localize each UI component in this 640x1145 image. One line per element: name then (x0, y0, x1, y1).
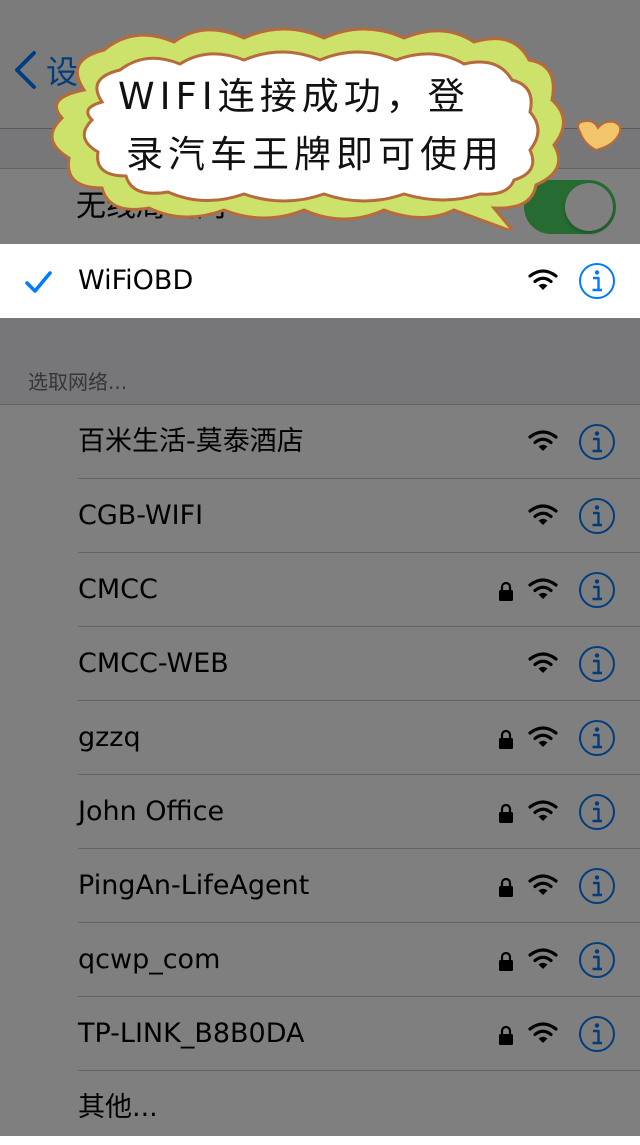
network-row[interactable]: John Office (0, 775, 640, 849)
connected-network-row[interactable]: WiFiOBD (0, 244, 640, 318)
wifi-signal-icon (528, 1022, 558, 1043)
wifi-signal-icon (528, 800, 558, 821)
connected-network-name: WiFiOBD (78, 265, 194, 296)
lock-icon (499, 877, 513, 897)
network-row[interactable]: CGB-WIFI (0, 479, 640, 553)
network-name: CGB-WIFI (78, 500, 204, 531)
heart-icon (577, 119, 622, 152)
wifi-signal-icon (528, 504, 558, 525)
info-icon[interactable] (578, 941, 616, 979)
wifi-signal-icon (528, 430, 558, 451)
info-icon[interactable] (578, 867, 616, 905)
lock-icon (499, 581, 513, 601)
other-network-label: 其他... (78, 1092, 158, 1123)
network-name: John Office (78, 796, 225, 827)
lock-icon (499, 803, 513, 823)
choose-network-header: 选取网络... (28, 370, 128, 394)
info-icon[interactable] (578, 423, 616, 461)
lock-icon (499, 951, 513, 971)
wifi-settings-screen: 设 无线局域网 选取网络... 百米生活-莫泰酒店 CGB-WIFI CMCC … (0, 0, 640, 1145)
network-name: gzzq (78, 722, 141, 753)
network-name: PingAn-LifeAgent (78, 870, 310, 901)
network-name: TP-LINK_B8B0DA (78, 1018, 305, 1049)
info-icon[interactable] (578, 497, 616, 535)
info-icon[interactable] (578, 262, 616, 300)
wifi-signal-icon (528, 874, 558, 895)
network-row[interactable]: PingAn-LifeAgent (0, 849, 640, 923)
network-row[interactable]: CMCC-WEB (0, 627, 640, 701)
network-name: 百米生活-莫泰酒店 (78, 426, 304, 457)
lock-icon (499, 729, 513, 749)
network-list: 百米生活-莫泰酒店 CGB-WIFI CMCC CMCC-WEB gzzq Jo… (0, 404, 640, 1145)
callout-line-1: WIFI连接成功，登 (118, 75, 470, 118)
checkmark-icon (25, 271, 52, 293)
other-network-row[interactable]: 其他... (0, 1071, 640, 1145)
info-icon[interactable] (578, 1015, 616, 1053)
wifi-signal-icon (528, 269, 558, 290)
info-icon[interactable] (578, 645, 616, 683)
wifi-signal-icon (528, 726, 558, 747)
wifi-signal-icon (528, 652, 558, 673)
network-row[interactable]: TP-LINK_B8B0DA (0, 997, 640, 1071)
network-name: CMCC (78, 574, 158, 605)
callout-line-2: 录汽车王牌即可使用 (126, 133, 504, 176)
lock-icon (499, 1025, 513, 1045)
network-row[interactable]: CMCC (0, 553, 640, 627)
network-row[interactable]: 百米生活-莫泰酒店 (0, 405, 640, 479)
network-name: CMCC-WEB (78, 648, 229, 679)
wifi-signal-icon (528, 578, 558, 599)
info-icon[interactable] (578, 571, 616, 609)
network-row[interactable]: qcwp_com (0, 923, 640, 997)
wifi-signal-icon (528, 948, 558, 969)
network-row[interactable]: gzzq (0, 701, 640, 775)
info-icon[interactable] (578, 793, 616, 831)
network-name: qcwp_com (78, 944, 221, 975)
info-icon[interactable] (578, 719, 616, 757)
